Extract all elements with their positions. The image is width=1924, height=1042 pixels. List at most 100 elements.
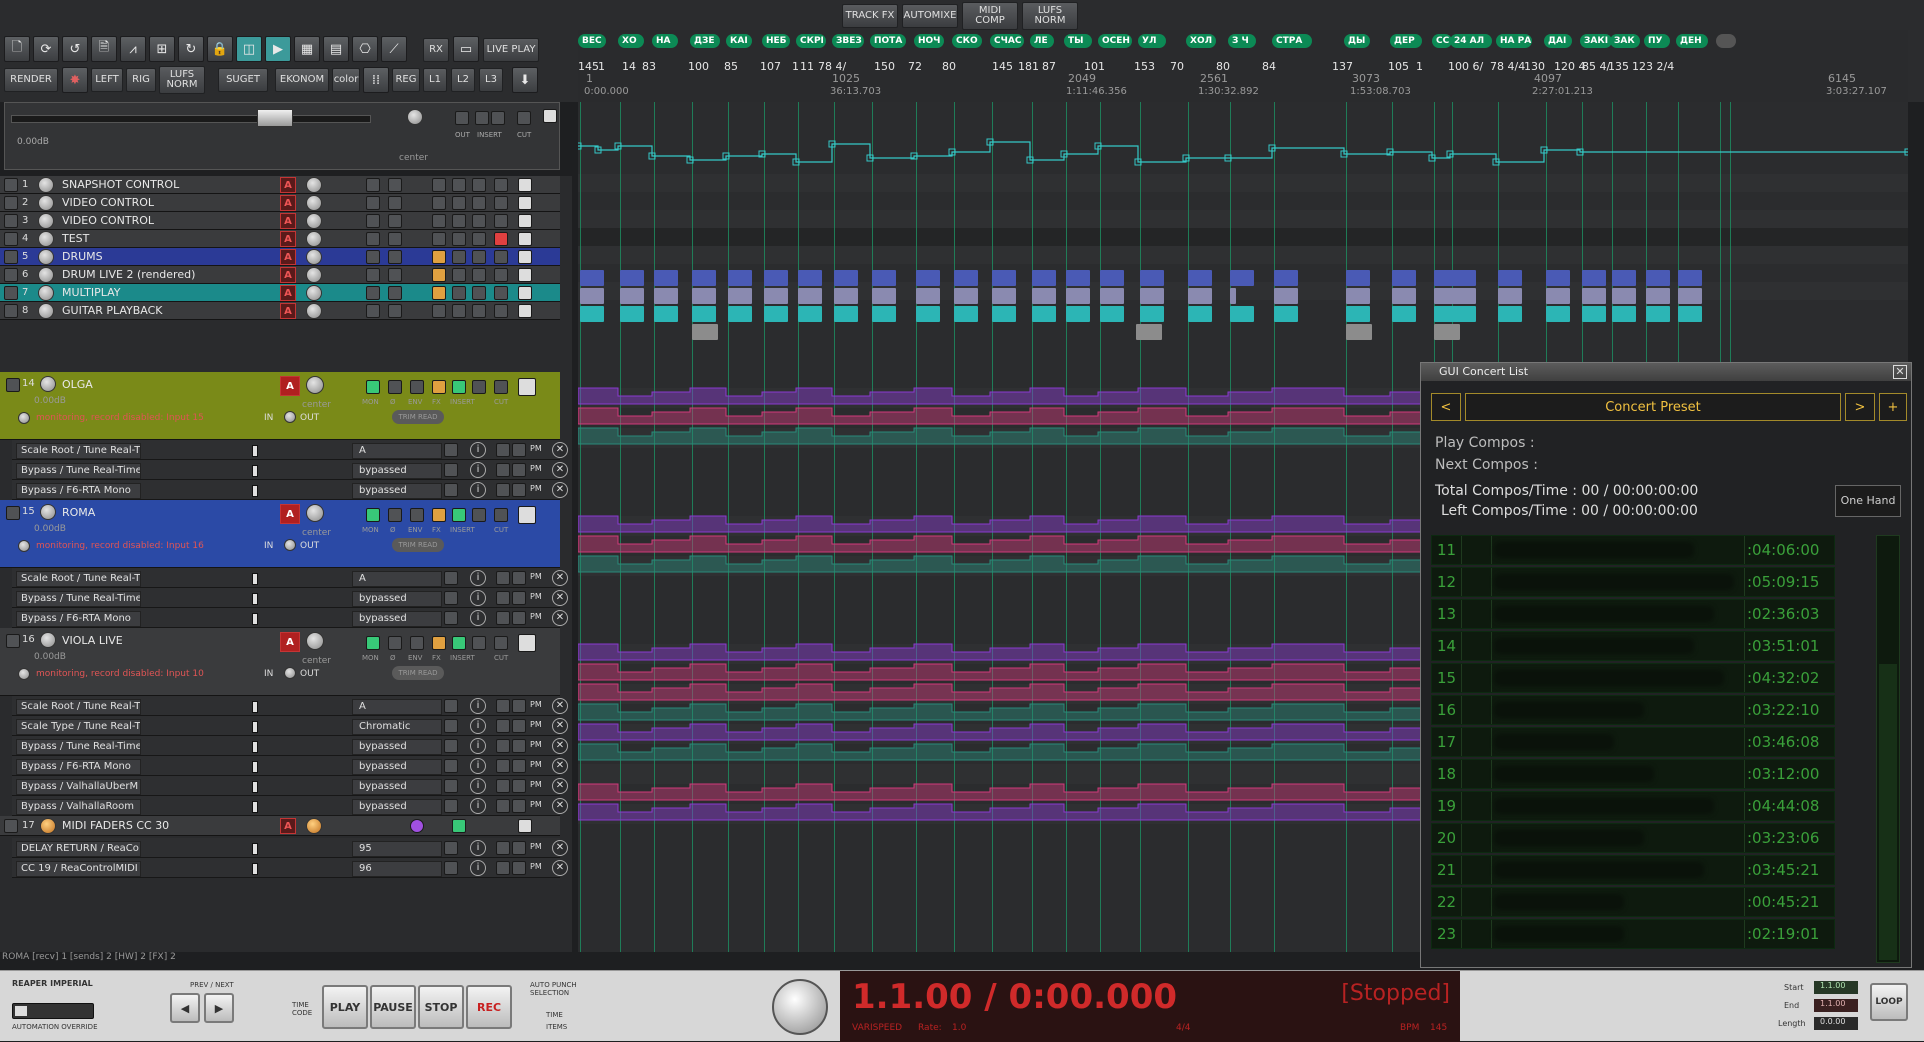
- pause-button[interactable]: PAUSE: [370, 985, 416, 1029]
- envelope-lane-header[interactable]: Scale Root / Tune Real-T Ai PM ✕: [12, 568, 568, 588]
- record-arm-button[interactable]: A: [280, 376, 300, 396]
- ruler-scroll-handle[interactable]: [1716, 34, 1736, 48]
- envelope-bypass-button[interactable]: [444, 463, 458, 477]
- region-marker[interactable]: ПОТА: [870, 34, 906, 48]
- envelope-arm-button[interactable]: [496, 779, 510, 793]
- concert-song-row[interactable]: 22:00:45:21: [1431, 887, 1835, 917]
- envelope-lane-header[interactable]: Bypass / Tune Real-Time bypassed i PM ✕: [12, 588, 568, 608]
- record-arm-button[interactable]: A: [280, 231, 296, 247]
- envelope-value[interactable]: 96: [352, 861, 442, 877]
- cut-button[interactable]: [494, 304, 508, 318]
- one-hand-button[interactable]: One Hand: [1835, 485, 1901, 517]
- envelope-bypass-button[interactable]: [444, 739, 458, 753]
- mute-button[interactable]: [366, 268, 380, 282]
- envelope-bypass-button[interactable]: [444, 799, 458, 813]
- track-name[interactable]: DRUM LIVE 2 (rendered): [62, 268, 195, 281]
- track-name[interactable]: OLGA: [62, 378, 93, 391]
- envelope-lane-header[interactable]: Bypass / F6-RTA Mono bypassed i PM ✕: [12, 756, 568, 776]
- info-icon[interactable]: i: [470, 698, 486, 714]
- concert-song-row[interactable]: 23:02:19:01: [1431, 919, 1835, 949]
- trim-read-mode[interactable]: TRIM READ: [392, 410, 444, 424]
- insert2-button[interactable]: [472, 196, 486, 210]
- time-signature[interactable]: 4/4: [1176, 1023, 1190, 1033]
- track-8[interactable]: 8 GUITAR PLAYBACK A: [0, 302, 560, 320]
- region-marker[interactable]: ХОЛ: [1186, 34, 1216, 48]
- loop-start-field[interactable]: 1.1.00: [1814, 981, 1858, 994]
- region-marker[interactable]: ЗВЕЗ: [832, 34, 864, 48]
- info-icon[interactable]: i: [470, 778, 486, 794]
- track-name[interactable]: DRUMS: [62, 250, 103, 263]
- s-button[interactable]: [518, 268, 532, 282]
- envelope-arm-button[interactable]: [496, 571, 510, 585]
- track-1[interactable]: 1 SNAPSHOT CONTROL A: [0, 176, 560, 194]
- track-select-box[interactable]: [4, 268, 18, 282]
- play-button[interactable]: PLAY: [322, 985, 368, 1029]
- info-icon[interactable]: i: [470, 718, 486, 734]
- track-volume-knob[interactable]: [38, 213, 54, 229]
- insert-button[interactable]: [452, 268, 466, 282]
- bpm-value[interactable]: 145: [1430, 1023, 1447, 1033]
- rig-button[interactable]: RIG: [126, 68, 156, 92]
- envelope-name[interactable]: Scale Root / Tune Real-T: [16, 571, 141, 587]
- record-arm-button[interactable]: A: [280, 195, 296, 211]
- region-marker[interactable]: ДЕР: [1390, 34, 1422, 48]
- envelope-name[interactable]: Bypass / Tune Real-Time: [16, 591, 141, 607]
- insert2-button[interactable]: [472, 508, 486, 522]
- insert-button[interactable]: [452, 286, 466, 300]
- solo-button[interactable]: [388, 268, 402, 282]
- envelope-value[interactable]: Chromatic: [352, 719, 442, 735]
- envelope-toggle-button[interactable]: [512, 571, 526, 585]
- track-select-box[interactable]: [6, 634, 20, 648]
- region-marker[interactable]: ДЕН: [1676, 34, 1708, 48]
- region-marker[interactable]: СС: [1432, 34, 1452, 48]
- fx-knob[interactable]: [18, 540, 30, 552]
- waveform-icon[interactable]: ⟋: [381, 36, 407, 62]
- s-button[interactable]: [518, 250, 532, 264]
- envelope-name[interactable]: Bypass / ValhallaUberM: [16, 779, 141, 795]
- concert-song-row[interactable]: 20:03:23:06: [1431, 823, 1835, 853]
- insert-button[interactable]: [452, 232, 466, 246]
- s-button[interactable]: [518, 304, 532, 318]
- track-volume-knob[interactable]: [38, 249, 54, 265]
- s-button[interactable]: [518, 506, 536, 524]
- fx-button[interactable]: [432, 380, 446, 394]
- envelope-slider-handle[interactable]: [252, 801, 258, 813]
- record-arm-button[interactable]: A: [280, 249, 296, 265]
- fx-button[interactable]: [432, 214, 446, 228]
- fx-button[interactable]: [432, 196, 446, 210]
- track-pan-knob[interactable]: [306, 632, 324, 650]
- fx-button[interactable]: [432, 304, 446, 318]
- mute-button[interactable]: [366, 286, 380, 300]
- record-arm-button[interactable]: A: [280, 177, 296, 193]
- envelope-lane-header[interactable]: Scale Root / Tune Real-T Ai PM ✕: [12, 440, 568, 460]
- envelope-name[interactable]: Bypass / Tune Real-Time: [16, 739, 141, 755]
- track-volume-knob[interactable]: [40, 632, 56, 648]
- automation-override-toggle[interactable]: [12, 1003, 94, 1019]
- fx-button[interactable]: [432, 636, 446, 650]
- close-icon[interactable]: ✕: [552, 462, 568, 478]
- concert-song-row[interactable]: 11:04:06:00: [1431, 535, 1835, 565]
- out-knob[interactable]: [284, 539, 296, 551]
- stop-button[interactable]: STOP: [418, 985, 464, 1029]
- concert-song-row[interactable]: 12:05:09:15: [1431, 567, 1835, 597]
- track-name[interactable]: MIDI FADERS CC 30: [62, 819, 169, 832]
- close-icon[interactable]: ✕: [1893, 365, 1907, 379]
- env-button[interactable]: [410, 380, 424, 394]
- envelope-name[interactable]: Scale Root / Tune Real-T: [16, 699, 141, 715]
- envelope-name[interactable]: Bypass / F6-RTA Mono: [16, 759, 141, 775]
- s-button[interactable]: [518, 178, 532, 192]
- cut-button[interactable]: [494, 286, 508, 300]
- master-cut-button[interactable]: [517, 111, 531, 125]
- loop-icon[interactable]: ↻: [178, 36, 204, 62]
- close-icon[interactable]: ✕: [552, 798, 568, 814]
- insert-button[interactable]: [452, 214, 466, 228]
- envelope-name[interactable]: Scale Root / Tune Real-T: [16, 443, 141, 459]
- region-marker[interactable]: НА РА: [1496, 34, 1532, 48]
- track-name[interactable]: GUITAR PLAYBACK: [62, 304, 163, 317]
- concert-next-button[interactable]: >: [1845, 393, 1875, 421]
- mute-button[interactable]: [366, 178, 380, 192]
- fx-button[interactable]: [432, 178, 446, 192]
- fx-button[interactable]: [432, 232, 446, 246]
- concert-song-row[interactable]: 17:03:46:08: [1431, 727, 1835, 757]
- insert2-button[interactable]: [472, 214, 486, 228]
